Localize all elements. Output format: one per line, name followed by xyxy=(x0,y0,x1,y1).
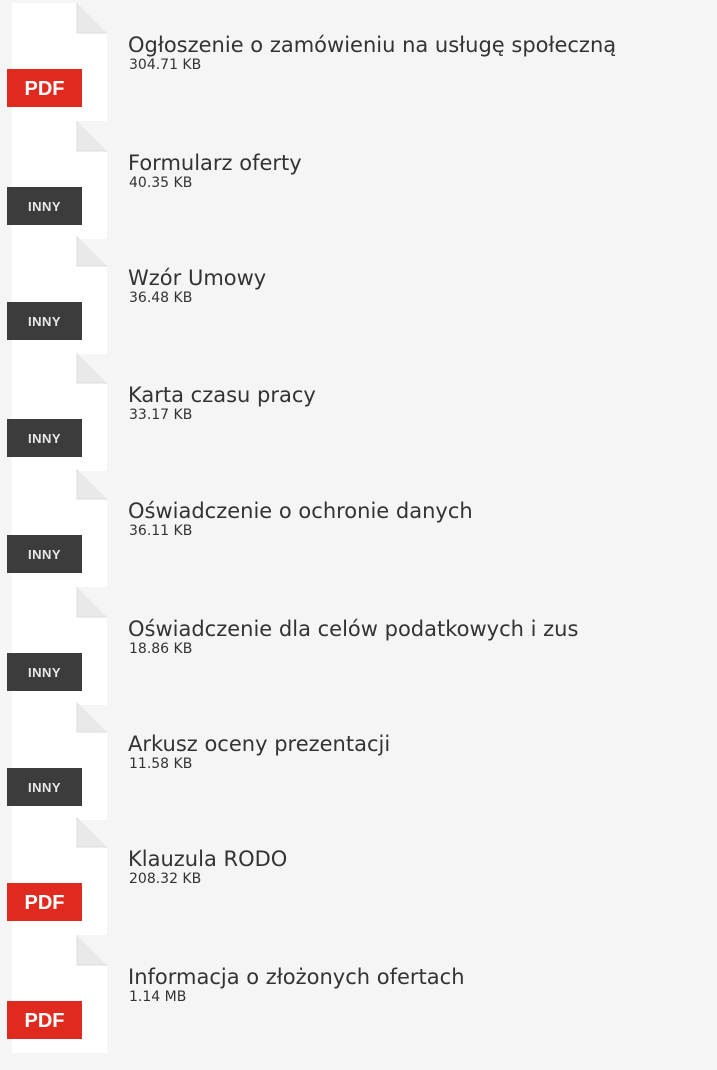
file-type-label: INNY xyxy=(27,314,62,329)
file-item[interactable]: INNY Arkusz oceny prezentacji 11.58 KB xyxy=(0,698,717,820)
generic-file-icon[interactable]: INNY xyxy=(7,121,107,239)
generic-file-icon[interactable]: INNY xyxy=(7,702,107,820)
file-name-link[interactable]: Oświadczenie dla celów podatkowych i zus xyxy=(128,616,578,642)
file-type-label: INNY xyxy=(27,665,62,680)
file-size: 36.48 KB xyxy=(129,290,193,306)
file-name-link[interactable]: Karta czasu pracy xyxy=(128,382,316,408)
file-type-label: INNY xyxy=(27,431,62,446)
file-size: 40.35 KB xyxy=(129,175,193,191)
pdf-file-icon[interactable]: PDF xyxy=(7,3,107,121)
file-item[interactable]: PDF Klauzula RODO 208.32 KB xyxy=(0,813,717,935)
file-type-label: INNY xyxy=(27,547,62,562)
file-size: 33.17 KB xyxy=(129,407,193,423)
file-type-label: PDF xyxy=(24,892,65,914)
file-item[interactable]: INNY Oświadczenie o ochronie danych 36.11 … xyxy=(0,465,717,587)
file-name-link[interactable]: Wzór Umowy xyxy=(128,265,266,291)
attachment-list: PDF Ogłoszenie o zamówieniu na usługę spo… xyxy=(0,0,717,1070)
file-name-link[interactable]: Klauzula RODO xyxy=(128,846,287,872)
file-item[interactable]: INNY Oświadczenie dla celów podatkowych i… xyxy=(0,583,717,705)
generic-file-icon[interactable]: INNY xyxy=(7,353,107,471)
generic-file-icon[interactable]: INNY xyxy=(7,236,107,354)
file-size: 1.14 MB xyxy=(129,989,187,1005)
file-name-link[interactable]: Formularz oferty xyxy=(128,150,302,176)
generic-file-icon[interactable]: INNY xyxy=(7,469,107,587)
pdf-file-icon[interactable]: PDF xyxy=(7,817,107,935)
file-size: 208.32 KB xyxy=(129,871,202,887)
file-item[interactable]: INNY Wzór Umowy 36.48 KB xyxy=(0,232,717,354)
file-type-label: PDF xyxy=(24,1010,65,1032)
file-item[interactable]: INNY Formularz oferty 40.35 KB xyxy=(0,117,717,239)
file-size: 304.71 KB xyxy=(129,57,202,73)
generic-file-icon[interactable]: INNY xyxy=(7,587,107,705)
file-name-link[interactable]: Informacja o złożonych ofertach xyxy=(128,964,465,990)
file-name-link[interactable]: Arkusz oceny prezentacji xyxy=(128,731,390,757)
pdf-file-icon[interactable]: PDF xyxy=(7,935,107,1053)
file-size: 36.11 KB xyxy=(129,523,193,539)
file-size: 18.86 KB xyxy=(129,641,193,657)
file-type-label: INNY xyxy=(27,199,62,214)
file-item[interactable]: PDF Informacja o złożonych ofertach 1.14 M… xyxy=(0,931,717,1053)
file-name-link[interactable]: Ogłoszenie o zamówieniu na usługę społec… xyxy=(128,32,616,58)
file-name-link[interactable]: Oświadczenie o ochronie danych xyxy=(128,498,473,524)
file-type-label: PDF xyxy=(24,78,65,100)
file-size: 11.58 KB xyxy=(129,756,193,772)
file-item[interactable]: INNY Karta czasu pracy 33.17 KB xyxy=(0,349,717,471)
file-type-label: INNY xyxy=(27,780,62,795)
file-item[interactable]: PDF Ogłoszenie o zamówieniu na usługę spo… xyxy=(0,0,717,121)
